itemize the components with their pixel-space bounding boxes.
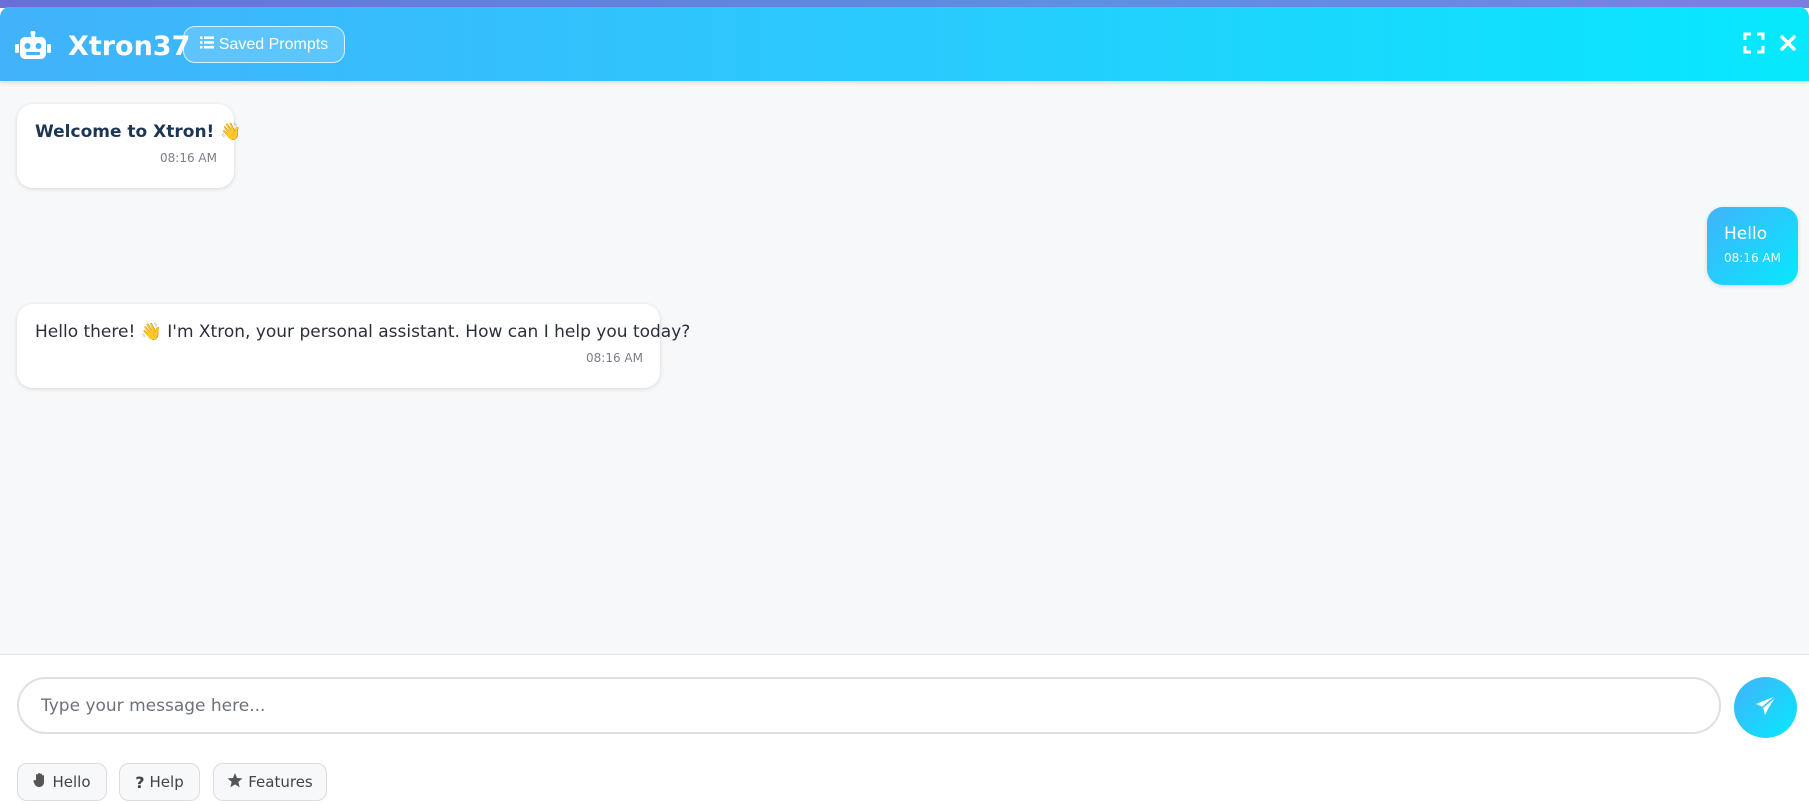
list-icon xyxy=(199,36,214,54)
message-text: Hello xyxy=(1724,224,1768,244)
hand-icon xyxy=(33,772,47,792)
composer-area: Hello ? Help Features xyxy=(0,654,1809,804)
send-button[interactable] xyxy=(1734,677,1797,738)
question-icon: ? xyxy=(135,772,145,792)
chat-window: Xtron37 Saved Prompts Welcome to Xtron! … xyxy=(0,7,1809,804)
app-title: Xtron37 xyxy=(68,31,191,62)
star-icon xyxy=(227,772,243,792)
bot-message: Hello there! 👋 I'm Xtron, your personal … xyxy=(17,304,691,388)
paper-plane-icon xyxy=(1755,694,1777,721)
quick-reply-label: Hello xyxy=(52,773,91,791)
saved-prompts-button[interactable]: Saved Prompts xyxy=(183,26,345,63)
user-message: Hello 08:16 AM xyxy=(1707,207,1798,285)
saved-prompts-label: Saved Prompts xyxy=(218,35,329,53)
message-time: 08:16 AM xyxy=(160,151,217,165)
message-text: Welcome to Xtron! 👋 xyxy=(35,122,242,142)
message-text: Hello there! 👋 I'm Xtron, your personal … xyxy=(35,322,691,342)
expand-icon[interactable] xyxy=(1743,32,1765,54)
quick-reply-label: Help xyxy=(149,773,184,791)
quick-reply-hello[interactable]: Hello xyxy=(17,763,107,801)
message-input[interactable] xyxy=(17,677,1721,734)
quick-reply-label: Features xyxy=(248,773,313,791)
message-time: 08:16 AM xyxy=(1724,251,1781,265)
quick-reply-features[interactable]: Features xyxy=(213,763,327,801)
robot-icon xyxy=(15,30,51,61)
close-icon[interactable] xyxy=(1777,32,1799,54)
message-time: 08:16 AM xyxy=(586,351,643,365)
bot-message: Welcome to Xtron! 👋 08:16 AM xyxy=(17,104,242,188)
quick-reply-help[interactable]: ? Help xyxy=(119,763,200,801)
chat-header: Xtron37 Saved Prompts xyxy=(0,7,1809,81)
